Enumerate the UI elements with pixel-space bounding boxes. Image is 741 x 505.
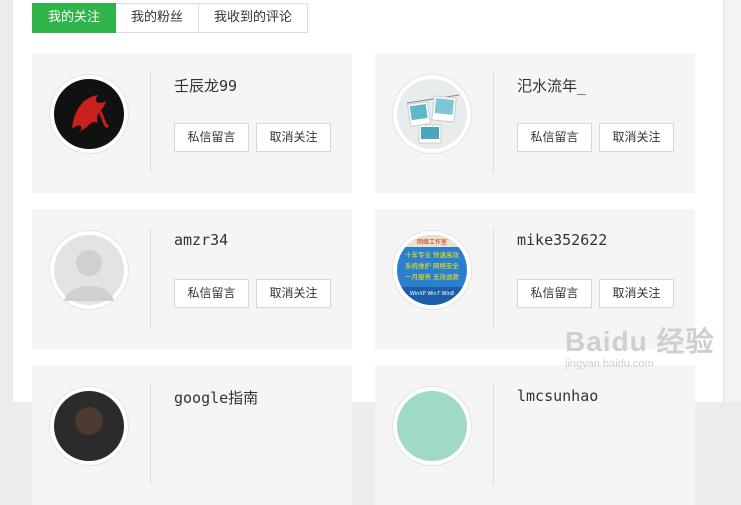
- follow-card: 壬辰龙99 私信留言 取消关注: [32, 53, 352, 193]
- follow-card: 汜水流年_ 私信留言 取消关注: [375, 53, 695, 193]
- private-message-button[interactable]: 私信留言: [517, 279, 592, 308]
- follow-card: 网络工作室 十年专业 快速高效 系统维护 网络安全 一月服务 无效退款 WinX…: [375, 209, 695, 349]
- private-message-button[interactable]: 私信留言: [517, 123, 592, 152]
- right-scroll-strip: [723, 0, 741, 402]
- user-name[interactable]: mike352622: [517, 231, 607, 249]
- private-message-button[interactable]: 私信留言: [174, 123, 249, 152]
- user-name[interactable]: amzr34: [174, 231, 228, 249]
- svg-text:网络工作室: 网络工作室: [417, 238, 447, 246]
- private-message-button[interactable]: 私信留言: [174, 279, 249, 308]
- polaroid-photos-avatar[interactable]: [393, 75, 471, 153]
- colorful-text-avatar[interactable]: 网络工作室 十年专业 快速高效 系统维护 网络安全 一月服务 无效退款 WinX…: [393, 231, 471, 309]
- unfollow-button[interactable]: 取消关注: [599, 279, 674, 308]
- card-divider: [150, 385, 151, 485]
- unfollow-button[interactable]: 取消关注: [256, 279, 331, 308]
- card-divider: [493, 73, 494, 173]
- svg-text:WinXP Win7 Win8: WinXP Win7 Win8: [410, 291, 454, 297]
- user-name[interactable]: 壬辰龙99: [174, 75, 237, 96]
- tab-my-fans[interactable]: 我的粉丝: [116, 3, 200, 33]
- user-name[interactable]: 汜水流年_: [517, 75, 586, 96]
- default-user-avatar[interactable]: [50, 231, 128, 309]
- follow-card: amzr34 私信留言 取消关注: [32, 209, 352, 349]
- dragon-logo-avatar[interactable]: [50, 75, 128, 153]
- user-name[interactable]: lmcsunhao: [517, 387, 598, 405]
- unfollow-button[interactable]: 取消关注: [599, 123, 674, 152]
- tab-received-comments[interactable]: 我收到的评论: [199, 3, 309, 33]
- tab-my-follows[interactable]: 我的关注: [32, 3, 117, 33]
- unfollow-button[interactable]: 取消关注: [256, 123, 331, 152]
- card-divider: [150, 73, 151, 173]
- svg-text:系统维护 网络安全: 系统维护 网络安全: [405, 261, 460, 270]
- card-divider: [150, 229, 151, 329]
- follow-card: google指南: [32, 365, 352, 505]
- teal-avatar[interactable]: [393, 387, 471, 465]
- user-name[interactable]: google指南: [174, 387, 258, 408]
- card-divider: [493, 229, 494, 329]
- dark-avatar[interactable]: [50, 387, 128, 465]
- svg-text:一月服务 无效退款: 一月服务 无效退款: [405, 272, 460, 281]
- svg-text:十年专业 快速高效: 十年专业 快速高效: [405, 250, 460, 259]
- follow-card: lmcsunhao: [375, 365, 695, 505]
- card-divider: [493, 385, 494, 485]
- tab-bar: 我的关注 我的粉丝 我收到的评论: [32, 3, 309, 33]
